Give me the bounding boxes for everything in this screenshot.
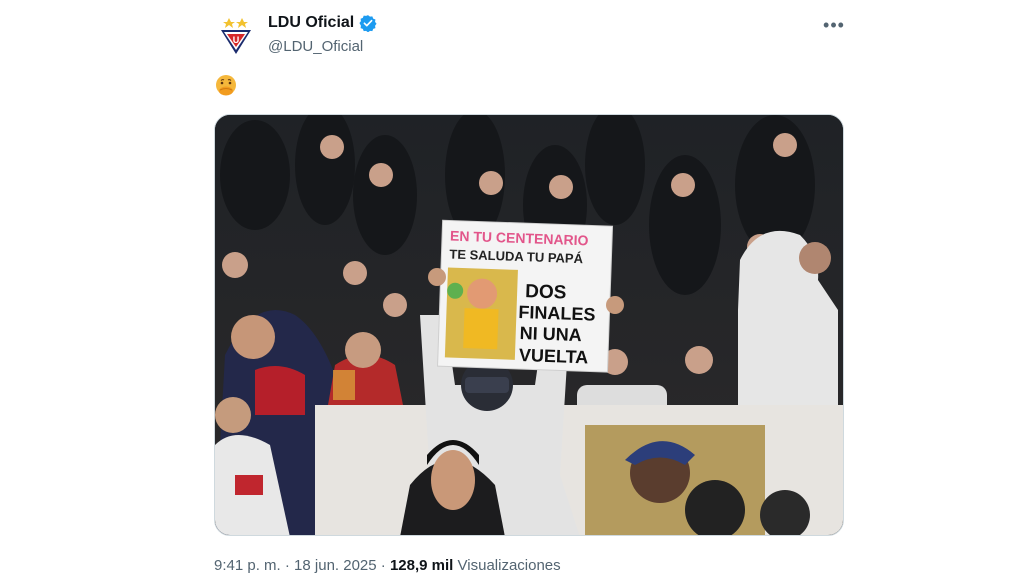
more-options-icon[interactable]: ••• bbox=[822, 14, 846, 36]
tweet-photo[interactable]: EN TU CENTENARIO TE SALUDA TU PAPÁ DOS F… bbox=[214, 114, 844, 536]
tweet-meta: 9:41 p. m. · 18 jun. 2025 · 128,9 mil Vi… bbox=[214, 557, 561, 574]
svg-text:U: U bbox=[233, 35, 240, 45]
ldu-crest-icon: U bbox=[221, 18, 251, 54]
tweet-time[interactable]: 9:41 p. m. bbox=[214, 557, 281, 574]
display-name[interactable]: LDU Oficial bbox=[268, 14, 354, 32]
tweet-date[interactable]: 18 jun. 2025 bbox=[294, 557, 377, 574]
verified-badge-icon bbox=[359, 15, 377, 32]
sign-line-6: VUELTA bbox=[519, 345, 589, 367]
account-handle[interactable]: @LDU_Oficial bbox=[268, 38, 363, 55]
separator: · bbox=[284, 557, 295, 574]
avatar[interactable]: U bbox=[214, 14, 258, 58]
sign-line-3: DOS bbox=[525, 281, 567, 303]
stadium-crowd-photo: EN TU CENTENARIO TE SALUDA TU PAPÁ DOS F… bbox=[215, 115, 843, 535]
sign-line-4: FINALES bbox=[518, 302, 596, 325]
separator: · bbox=[380, 557, 390, 574]
smiling-face-with-hand-over-mouth-icon bbox=[216, 75, 236, 96]
views-label: Visualizaciones bbox=[457, 557, 561, 574]
sign-line-5: NI UNA bbox=[519, 323, 582, 345]
account-name[interactable]: LDU Oficial bbox=[268, 14, 377, 32]
views-count: 128,9 mil bbox=[389, 557, 454, 574]
